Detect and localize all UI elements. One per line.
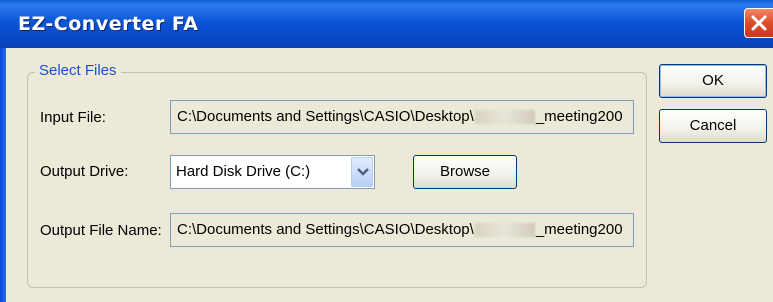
output-drive-selected: Hard Disk Drive (C:) bbox=[176, 163, 311, 180]
close-button[interactable] bbox=[744, 8, 773, 38]
browse-button[interactable]: Browse bbox=[413, 155, 517, 189]
output-file-path-suffix: _meeting200 bbox=[535, 221, 623, 238]
redacted-text bbox=[474, 110, 535, 125]
input-file-field[interactable]: C:\Documents and Settings\CASIO\Desktop\… bbox=[170, 100, 634, 134]
input-file-path-prefix: C:\Documents and Settings\CASIO\Desktop\ bbox=[177, 108, 474, 125]
input-file-label: Input File: bbox=[40, 109, 106, 126]
cancel-button[interactable]: Cancel bbox=[659, 109, 767, 143]
chevron-down-icon bbox=[357, 168, 369, 176]
output-file-name-label: Output File Name: bbox=[40, 222, 162, 239]
output-drive-select[interactable]: Hard Disk Drive (C:) bbox=[170, 155, 375, 189]
title-bar[interactable]: EZ-Converter FA bbox=[0, 0, 773, 48]
output-file-name-field[interactable]: C:\Documents and Settings\CASIO\Desktop\… bbox=[170, 213, 634, 247]
dropdown-button[interactable] bbox=[351, 157, 373, 187]
redacted-text bbox=[474, 223, 535, 238]
dialog-window: EZ-Converter FA Select Files Input File:… bbox=[0, 0, 773, 302]
output-file-path-prefix: C:\Documents and Settings\CASIO\Desktop\ bbox=[177, 221, 474, 238]
output-drive-label: Output Drive: bbox=[40, 163, 129, 180]
input-file-path-suffix: _meeting200 bbox=[535, 108, 623, 125]
window-border bbox=[0, 48, 6, 302]
ok-button[interactable]: OK bbox=[659, 64, 767, 98]
close-icon bbox=[751, 15, 767, 31]
window-title: EZ-Converter FA bbox=[18, 13, 199, 35]
group-legend: Select Files bbox=[35, 62, 121, 79]
